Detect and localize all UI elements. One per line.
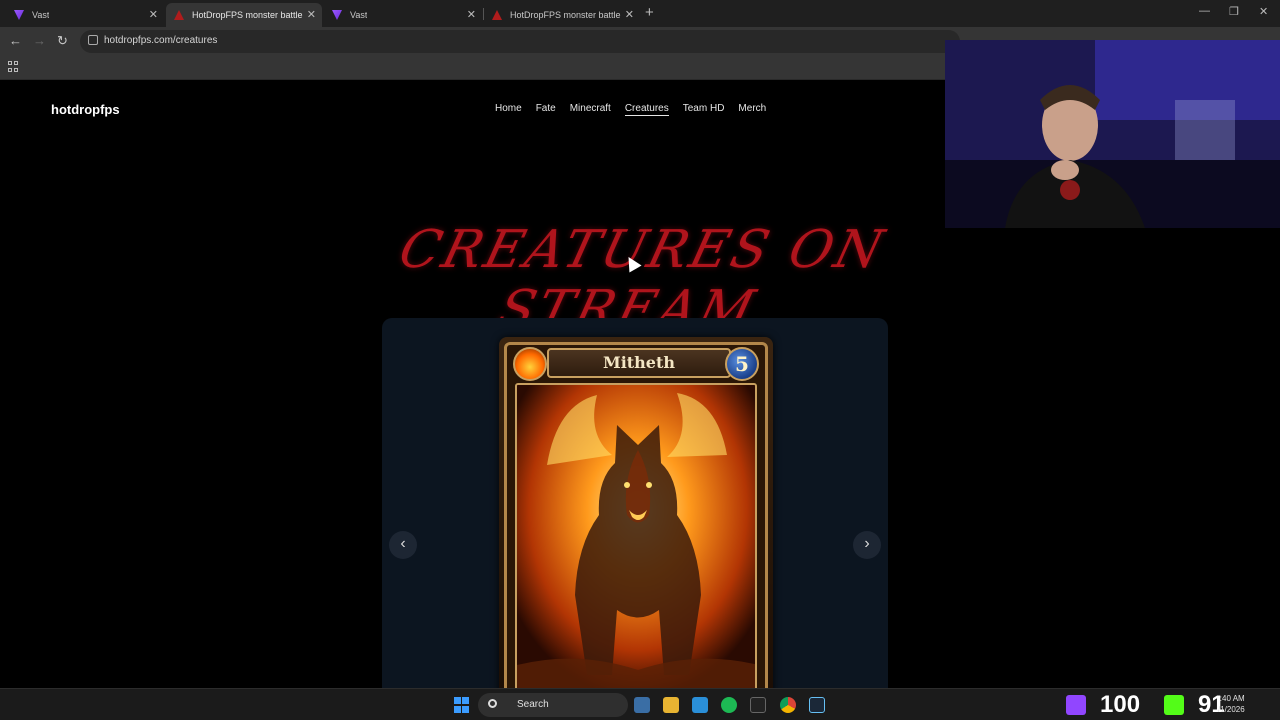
url-text[interactable]: hotdropfps.com/creatures <box>104 35 217 46</box>
tab-close-icon[interactable]: ✕ <box>307 8 316 21</box>
tab-title: HotDropFPS monster battle sty <box>510 10 622 20</box>
spotify-icon[interactable] <box>721 697 737 713</box>
windows-taskbar: Search 100 91 :40 AM /1/2026 <box>0 688 1280 720</box>
hud-fx-icon[interactable] <box>750 697 766 713</box>
tab-vast-1[interactable]: Vast ✕ <box>6 3 164 27</box>
vast-icon <box>332 10 342 20</box>
nav-creatures[interactable]: Creatures <box>624 103 669 116</box>
nav-team-hd[interactable]: Team HD <box>683 103 725 116</box>
tab-hotdrop-2[interactable]: HotDropFPS monster battle sty ✕ <box>484 3 640 27</box>
search-icon <box>488 699 497 708</box>
carousel-next-button[interactable]: › <box>853 531 881 559</box>
tab-title: Vast <box>350 10 368 20</box>
chrome-icon[interactable] <box>780 697 796 713</box>
card-cost: 5 <box>725 347 759 381</box>
card-artwork-fire-wolf <box>515 383 757 688</box>
nav-home[interactable]: Home <box>495 103 522 116</box>
maximize-icon[interactable]: ❐ <box>1229 5 1239 18</box>
nav-minecraft[interactable]: Minecraft <box>570 103 611 116</box>
webcam-scene <box>945 40 1280 228</box>
streamer-webcam-overlay <box>945 40 1280 228</box>
notepad-icon[interactable] <box>692 697 708 713</box>
card-frame: Mitheth 5 <box>504 342 768 688</box>
tab-strip: Vast ✕ HotDropFPS monster battle sty ✕ V… <box>0 0 1280 27</box>
site-nav: Home Fate Minecraft Creatures Team HD Me… <box>495 103 766 116</box>
nav-fate[interactable]: Fate <box>536 103 556 116</box>
overlay-counter-left: 100 <box>1100 691 1141 718</box>
reload-icon[interactable]: ↻ <box>57 33 68 49</box>
tab-close-icon[interactable]: ✕ <box>625 8 634 21</box>
new-tab-icon[interactable]: + <box>645 4 654 21</box>
taskbar-search[interactable]: Search <box>478 693 628 717</box>
nav-merch[interactable]: Merch <box>738 103 766 116</box>
back-icon[interactable]: ← <box>9 33 22 48</box>
forward-icon[interactable]: → <box>33 33 46 48</box>
apps-grid-icon[interactable] <box>8 61 19 72</box>
tab-close-icon[interactable]: ✕ <box>467 8 476 21</box>
address-bar[interactable]: hotdropfps.com/creatures <box>80 30 960 53</box>
minimize-icon[interactable]: — <box>1199 5 1210 17</box>
twitch-icon <box>1066 695 1086 715</box>
system-clock[interactable]: :40 AM /1/2026 <box>1218 693 1245 715</box>
kick-icon <box>1164 695 1184 715</box>
tab-title: HotDropFPS monster battle sty <box>192 10 304 20</box>
file-explorer-icon[interactable] <box>663 697 679 713</box>
vast-icon <box>14 10 24 20</box>
window-close-icon[interactable]: ✕ <box>1259 5 1268 18</box>
fire-wolf-illustration <box>517 385 755 688</box>
site-info-icon[interactable] <box>88 35 98 45</box>
hotdrop-icon <box>492 10 502 20</box>
tab-title: Vast <box>32 10 50 20</box>
hotdrop-icon <box>174 10 184 20</box>
card-name: Mitheth <box>547 348 731 378</box>
carousel-prev-button[interactable]: ‹ <box>389 531 417 559</box>
windows-start-icon[interactable] <box>454 697 470 713</box>
clock-time: :40 AM <box>1219 694 1245 703</box>
task-view-icon[interactable] <box>634 697 650 713</box>
clock-date: /1/2026 <box>1218 705 1245 714</box>
tab-close-icon[interactable]: ✕ <box>149 8 158 21</box>
site-logo[interactable]: hotdropfps <box>51 102 120 117</box>
creature-carousel: ‹ › Mitheth 5 <box>382 318 888 688</box>
search-label: Search <box>517 699 549 710</box>
creature-card[interactable]: Mitheth 5 <box>499 337 773 688</box>
fire-element-icon <box>513 347 547 381</box>
tab-vast-2[interactable]: Vast ✕ <box>324 3 482 27</box>
tab-hotdrop-active[interactable]: HotDropFPS monster battle sty ✕ <box>166 3 322 27</box>
steam-icon[interactable] <box>809 697 825 713</box>
